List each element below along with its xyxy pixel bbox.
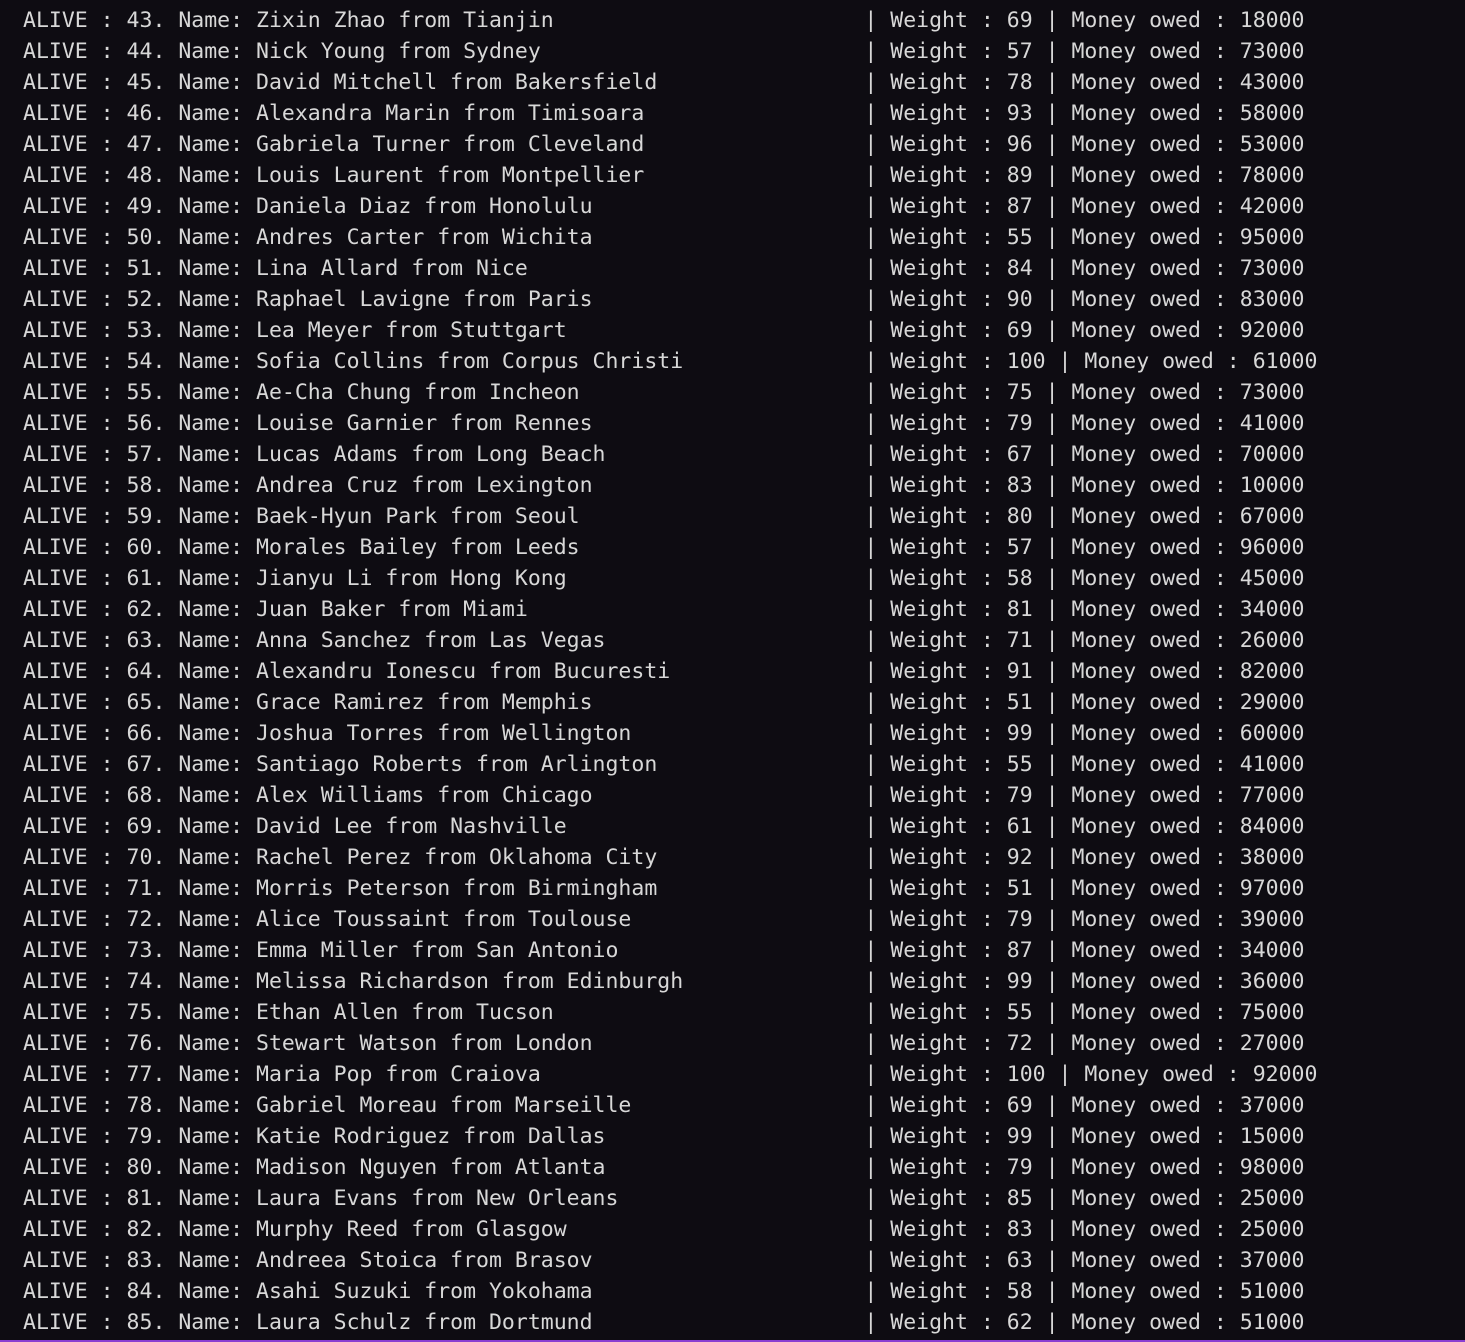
terminal-line: ALIVE : 73. Name: Emma Miller from San A… (23, 938, 1305, 963)
terminal-line: ALIVE : 52. Name: Raphael Lavigne from P… (23, 287, 1305, 312)
terminal-line: ALIVE : 45. Name: David Mitchell from Ba… (23, 70, 1305, 95)
terminal-line: ALIVE : 47. Name: Gabriela Turner from C… (23, 132, 1305, 157)
terminal-line: ALIVE : 49. Name: Daniela Diaz from Hono… (23, 194, 1305, 219)
terminal-line: ALIVE : 77. Name: Maria Pop from Craiova… (23, 1062, 1318, 1087)
terminal-line: ALIVE : 75. Name: Ethan Allen from Tucso… (23, 1000, 1305, 1025)
terminal-line: ALIVE : 74. Name: Melissa Richardson fro… (23, 969, 1305, 994)
terminal-line: ALIVE : 68. Name: Alex Williams from Chi… (23, 783, 1305, 808)
terminal-line: ALIVE : 58. Name: Andrea Cruz from Lexin… (23, 473, 1305, 498)
terminal-line: ALIVE : 69. Name: David Lee from Nashvil… (23, 814, 1305, 839)
terminal-line: ALIVE : 55. Name: Ae-Cha Chung from Inch… (23, 380, 1305, 405)
terminal-line: ALIVE : 59. Name: Baek-Hyun Park from Se… (23, 504, 1305, 529)
terminal-line: ALIVE : 66. Name: Joshua Torres from Wel… (23, 721, 1305, 746)
terminal-line: ALIVE : 57. Name: Lucas Adams from Long … (23, 442, 1305, 467)
terminal-line: ALIVE : 48. Name: Louis Laurent from Mon… (23, 163, 1305, 188)
terminal-line: ALIVE : 76. Name: Stewart Watson from Lo… (23, 1031, 1305, 1056)
terminal-line: ALIVE : 85. Name: Laura Schulz from Dort… (23, 1310, 1305, 1335)
terminal-line: ALIVE : 79. Name: Katie Rodriguez from D… (23, 1124, 1305, 1149)
terminal-line: ALIVE : 60. Name: Morales Bailey from Le… (23, 535, 1305, 560)
terminal-line: ALIVE : 80. Name: Madison Nguyen from At… (23, 1155, 1305, 1180)
terminal-line: ALIVE : 56. Name: Louise Garnier from Re… (23, 411, 1305, 436)
terminal-line: ALIVE : 81. Name: Laura Evans from New O… (23, 1186, 1305, 1211)
terminal-line: ALIVE : 62. Name: Juan Baker from Miami … (23, 597, 1305, 622)
terminal-line: ALIVE : 70. Name: Rachel Perez from Okla… (23, 845, 1305, 870)
terminal-output[interactable]: ALIVE : 43. Name: Zixin Zhao from Tianji… (0, 0, 1465, 1340)
terminal-line: ALIVE : 63. Name: Anna Sanchez from Las … (23, 628, 1305, 653)
terminal-line: ALIVE : 72. Name: Alice Toussaint from T… (23, 907, 1305, 932)
terminal-line: ALIVE : 50. Name: Andres Carter from Wic… (23, 225, 1305, 250)
terminal-line: ALIVE : 54. Name: Sofia Collins from Cor… (23, 349, 1318, 374)
terminal-line: ALIVE : 46. Name: Alexandra Marin from T… (23, 101, 1305, 126)
terminal-line: ALIVE : 83. Name: Andreea Stoica from Br… (23, 1248, 1305, 1273)
terminal-line: ALIVE : 84. Name: Asahi Suzuki from Yoko… (23, 1279, 1305, 1304)
terminal-line: ALIVE : 82. Name: Murphy Reed from Glasg… (23, 1217, 1305, 1242)
terminal-line: ALIVE : 67. Name: Santiago Roberts from … (23, 752, 1305, 777)
terminal-lines: ALIVE : 43. Name: Zixin Zhao from Tianji… (23, 5, 1317, 1338)
terminal-line: ALIVE : 51. Name: Lina Allard from Nice … (23, 256, 1305, 281)
terminal-line: ALIVE : 78. Name: Gabriel Moreau from Ma… (23, 1093, 1305, 1118)
terminal-line: ALIVE : 71. Name: Morris Peterson from B… (23, 876, 1305, 901)
terminal-line: ALIVE : 53. Name: Lea Meyer from Stuttga… (23, 318, 1305, 343)
terminal-line: ALIVE : 61. Name: Jianyu Li from Hong Ko… (23, 566, 1305, 591)
terminal-line: ALIVE : 65. Name: Grace Ramirez from Mem… (23, 690, 1305, 715)
terminal-line: ALIVE : 43. Name: Zixin Zhao from Tianji… (23, 8, 1305, 33)
terminal-line: ALIVE : 64. Name: Alexandru Ionescu from… (23, 659, 1305, 684)
terminal-line: ALIVE : 44. Name: Nick Young from Sydney… (23, 39, 1305, 64)
